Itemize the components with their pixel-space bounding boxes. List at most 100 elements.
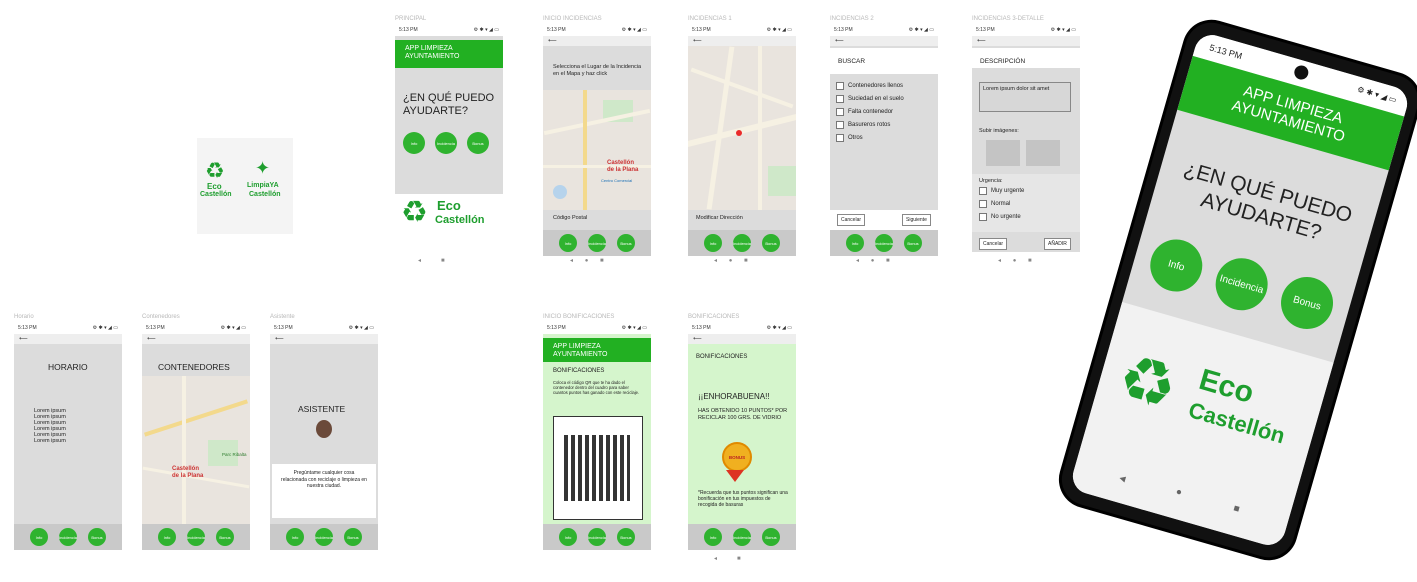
incidencia-button[interactable]: Incidencia [733,528,751,546]
cancel-button[interactable]: Cancelar [837,214,866,226]
bonus-button[interactable]: Bonus [216,528,234,546]
broom-icon: ✦ [255,158,271,178]
option-falta-contenedor[interactable]: Falta contenedor [836,108,904,116]
ribbon-icon [726,470,744,482]
back-arrow-icon[interactable]: ⟵ [19,335,28,342]
incidencia-button[interactable]: Incidencia [1209,252,1274,317]
problem-options: Contenedores llenos Suciedad en el suelo… [836,82,904,147]
bonificaciones-title: BONIFICACIONES [696,354,748,360]
incidencia-button[interactable]: Incidencia [733,234,751,252]
screen-inicio-incidencias: 5:13 PM ⚙ ✱ ▾ ◢ ▭ ⟵ Selecciona el Lugar d… [543,24,651,256]
bonus-button[interactable]: Bonus [88,528,106,546]
frame-label-inicio-incidencias: INICIO INCIDENCIAS [543,16,602,22]
screen-bonificaciones: 5:13 PM ⚙ ✱ ▾ ◢ ▭ ⟵ BONIFICACIONES ¡¡ENHO… [688,322,796,550]
info-button[interactable]: Info [559,528,577,546]
info-button[interactable]: Info [704,528,722,546]
urgency-normal[interactable]: Normal [979,200,1024,208]
avatar [316,420,332,438]
bonus-button[interactable]: Bonus [1274,270,1340,336]
incidencia-button[interactable]: Incidencia [315,528,333,546]
info-button[interactable]: Info [158,528,176,546]
incidencia-button[interactable]: Incidencia [588,234,606,252]
recycle-icon: ♻ [401,196,428,229]
modify-address-button[interactable]: Modificar Dirección [696,215,743,221]
bonus-button[interactable]: Bonus [344,528,362,546]
softkeys: ◂ ● ■ [998,258,1032,264]
bonus-badge-icon: BONUS [722,442,752,472]
checkbox-icon [979,187,987,195]
option-contenedores-llenos[interactable]: Contenedores llenos [836,82,904,90]
softkeys: ◂ ■ [418,258,445,264]
logo-eco-text: Eco [437,198,461,213]
frame-label-principal: PRINCIPAL [395,16,427,22]
incidencia-button[interactable]: Incidencia [875,234,893,252]
info-button[interactable]: Info [30,528,48,546]
checkbox-icon [836,134,844,142]
screen-horario: 5:13 PM ⚙ ✱ ▾ ◢ ▭ ⟵ HORARIO Lorem ipsum Lo… [14,322,122,550]
info-button[interactable]: Info [846,234,864,252]
back-arrow-icon[interactable]: ⟵ [147,335,156,342]
bonus-button[interactable]: Bonus [762,528,780,546]
softkeys: ◂ ● ■ [856,258,890,264]
next-button[interactable]: Siguiente [902,214,931,226]
recycle-icon: ♻ [205,158,225,183]
cancel-button[interactable]: Cancelar [979,238,1008,250]
urgency-label: Urgencia: [979,178,1003,184]
incidence-map-zoomed[interactable] [688,46,796,210]
logo-castellon-text: Castellón [435,214,485,226]
back-arrow-icon[interactable]: ⟵ [693,335,702,342]
incidencia-button[interactable]: Incidencia [187,528,205,546]
congrats-text: ¡¡ENHORABUENA!! [698,392,770,401]
app-header: APP LIMPIEZA AYUNTAMIENTO [395,40,503,68]
frame-label-horario: Horario [14,314,34,320]
back-arrow-icon[interactable]: ⟵ [548,37,557,44]
logo-limpiaya-text: LimpiaYA [247,182,279,189]
option-otros[interactable]: Otros [836,134,904,142]
bonus-button[interactable]: Bonus [617,528,635,546]
bonus-button[interactable]: Bonus [762,234,780,252]
description-title: DESCRIPCIÓN [980,58,1026,65]
frame-label-incidencias-3: INCIDENCIAS 3-DETALLE [972,16,1044,22]
containers-map[interactable]: Castellón de la Plana Parc Ribalta [142,376,250,524]
info-button[interactable]: Info [1144,233,1209,298]
image-slot-1[interactable] [986,140,1020,166]
postal-code-field[interactable]: Código Postal [553,215,587,221]
bonus-button[interactable]: Bonus [467,132,489,154]
points-text: HAS OBTENIDO 10 PUNTOS* POR RECICLAR 100… [698,408,788,421]
incidencia-button[interactable]: Incidencia [435,132,457,154]
frame-label-contenedores: Contenedores [142,314,180,320]
incidence-map[interactable]: Castellón de la Plana Centro Comercial [543,90,651,210]
asistente-title: ASISTENTE [298,404,346,414]
urgency-no-urgente[interactable]: No urgente [979,213,1024,221]
back-arrow-icon[interactable]: ⟵ [275,335,284,342]
back-arrow-icon[interactable]: ⟵ [835,37,844,44]
frame-label-incidencias-1: INCIDENCIAS 1 [688,16,732,22]
assistant-message: Pregúntame cualquier cosa relacionada co… [272,464,376,518]
help-question: ¿EN QUÉ PUEDO AYUDARTE? [403,92,495,117]
logo-eco-text: Eco [207,182,222,191]
option-suciedad[interactable]: Suciedad en el suelo [836,95,904,103]
image-slot-2[interactable] [1026,140,1060,166]
info-button[interactable]: Info [704,234,722,252]
screen-incidencias-2: 5:13 PM ⚙ ✱ ▾ ◢ ▭ ⟵ BUSCAR Contenedores l… [830,24,938,256]
description-textarea[interactable]: Lorem ipsum dolor sit amet [979,82,1071,112]
map-city-label: Castellón de la Plana [172,466,204,479]
qr-code-icon [564,435,630,501]
add-button[interactable]: AÑADIR [1044,238,1071,250]
phone-screen: 5:13 PM ⚙ ✱ ▾ ◢ ▭ APP LIMPIEZA AYUNTAMIEN… [1068,30,1412,550]
bonus-button[interactable]: Bonus [617,234,635,252]
screen-inicio-bonificaciones: 5:13 PM ⚙ ✱ ▾ ◢ ▭ APP LIMPIEZA AYUNTAMIENT… [543,322,651,550]
qr-scanner-frame[interactable] [553,416,643,520]
info-button[interactable]: Info [559,234,577,252]
incidencia-button[interactable]: Incidencia [59,528,77,546]
checkbox-icon [836,82,844,90]
info-button[interactable]: Info [403,132,425,154]
incidencia-button[interactable]: Incidencia [588,528,606,546]
back-arrow-icon[interactable]: ⟵ [693,37,702,44]
info-button[interactable]: Info [286,528,304,546]
option-basureros-rotos[interactable]: Basureros rotos [836,121,904,129]
frame-label-asistente: Asistente [270,314,295,320]
back-arrow-icon[interactable]: ⟵ [977,37,986,44]
bonus-button[interactable]: Bonus [904,234,922,252]
urgency-muy-urgente[interactable]: Muy urgente [979,187,1024,195]
